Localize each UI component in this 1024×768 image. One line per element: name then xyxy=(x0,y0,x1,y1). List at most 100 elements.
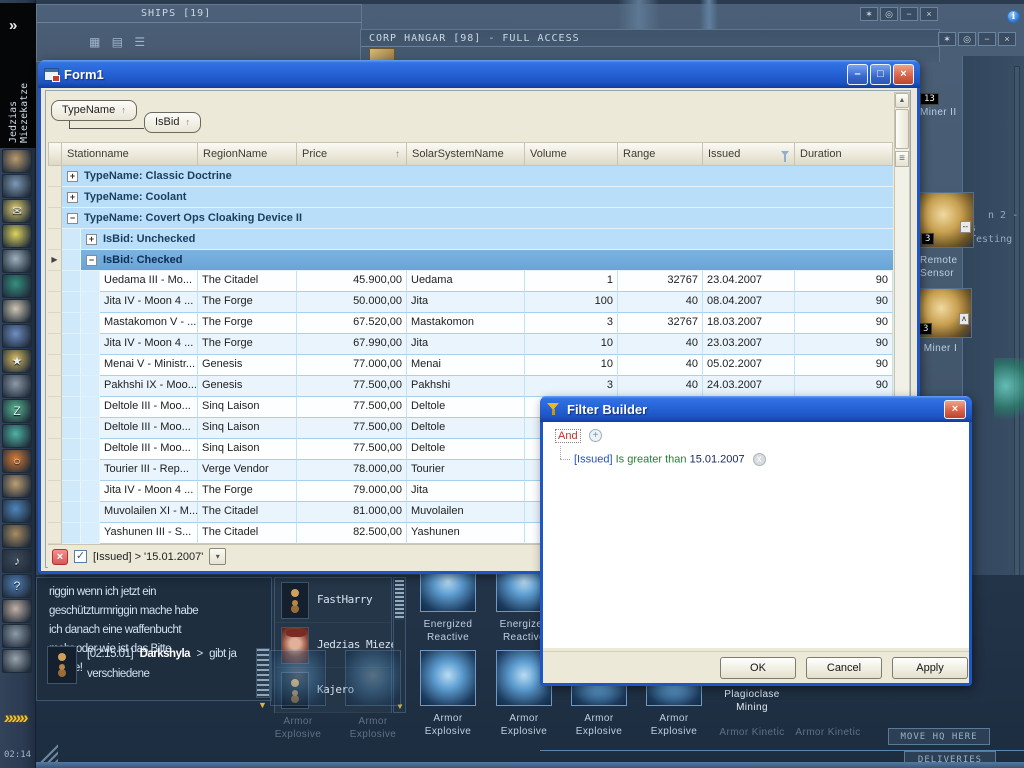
grid-cell[interactable]: 67.990,00 xyxy=(297,334,407,355)
group-row[interactable]: − TypeName: Covert Ops Cloaking Device II xyxy=(48,208,893,229)
help-icon[interactable]: ○ xyxy=(2,449,32,473)
grid-cell[interactable]: 90 xyxy=(795,271,893,292)
jukebox-icon[interactable]: ♪ xyxy=(2,549,32,573)
grid-cell[interactable]: 78.000,00 xyxy=(297,460,407,481)
close-button[interactable]: × xyxy=(944,399,966,419)
grid-cell[interactable]: 90 xyxy=(795,292,893,313)
tutorial-icon[interactable]: ? xyxy=(2,574,32,598)
neocom-arrows-icon[interactable]: »»» xyxy=(4,708,28,728)
scroll-thumb[interactable] xyxy=(895,109,909,149)
grid-cell[interactable]: 45.900,00 xyxy=(297,271,407,292)
corp-hangar-title[interactable]: CORP HANGAR [98] - FULL ACCESS xyxy=(361,30,939,47)
pin-icon[interactable]: ✶ xyxy=(860,7,878,21)
market-icon[interactable] xyxy=(2,249,32,273)
condition-field[interactable]: [Issued] xyxy=(574,453,613,465)
minimize-icon[interactable]: − xyxy=(978,32,996,46)
item-slot[interactable] xyxy=(270,650,326,706)
grid-cell[interactable]: Jita xyxy=(407,334,525,355)
group-row[interactable]: + IsBid: Unchecked xyxy=(48,229,893,250)
notepad-icon[interactable] xyxy=(2,224,32,248)
table-row[interactable]: Mastakomon V - ... The Forge 67.520,00 Mast… xyxy=(48,313,893,334)
grid-cell[interactable]: Uedama III - Mo... xyxy=(100,271,198,292)
group-bar[interactable]: − TypeName: Covert Ops Cloaking Device II xyxy=(62,208,893,229)
grid-cell[interactable]: Menai xyxy=(407,355,525,376)
right-scrollbar[interactable] xyxy=(1014,66,1020,586)
column-header[interactable]: SolarSystemName xyxy=(407,142,525,166)
expand-icon[interactable]: + xyxy=(67,170,78,182)
grid-cell[interactable]: Deltole xyxy=(407,418,525,439)
table-row[interactable]: Menai V - Ministr... Genesis 77.000,00 Mena… xyxy=(48,355,893,376)
grid-cell[interactable]: 79.000,00 xyxy=(297,481,407,502)
calculator-icon[interactable] xyxy=(2,424,32,448)
minimize-button[interactable]: – xyxy=(847,63,868,85)
group-bar[interactable]: − IsBid: Checked xyxy=(81,250,893,271)
contracts-icon[interactable] xyxy=(2,299,32,323)
mail-icon[interactable]: ✉ xyxy=(2,199,32,223)
item-slot[interactable] xyxy=(420,650,476,706)
grid-cell[interactable]: Deltole III - Moo... xyxy=(100,439,198,460)
expand-icon[interactable]: + xyxy=(86,233,97,245)
grid-cell[interactable]: Jita xyxy=(407,481,525,502)
grid-cell[interactable]: Menai V - Ministr... xyxy=(100,355,198,376)
grid-cell[interactable]: The Forge xyxy=(198,334,297,355)
grid-cell[interactable]: Jita xyxy=(407,292,525,313)
grid-cell[interactable]: Verge Vendor xyxy=(198,460,297,481)
remove-condition-icon[interactable]: x xyxy=(752,453,766,466)
grid-cell[interactable]: Mastakomon V - ... xyxy=(100,313,198,334)
group-button-isbid[interactable]: IsBid ↑ xyxy=(144,112,201,133)
grid-cell[interactable]: 10 xyxy=(525,355,618,376)
grid-cell[interactable]: Deltole xyxy=(407,439,525,460)
grid-cell[interactable]: Muvolailen XI - M... xyxy=(100,502,198,523)
filter-enabled-checkbox[interactable]: ✓ xyxy=(74,550,87,563)
restore-icon[interactable]: ◎ xyxy=(880,7,898,21)
apply-button[interactable]: Apply xyxy=(892,657,968,679)
grid-cell[interactable]: Tourier xyxy=(407,460,525,481)
remote-sensor-item[interactable]: -- 3 xyxy=(918,192,974,248)
condition-value[interactable]: 15.01.2007 xyxy=(690,453,745,465)
root-operator[interactable]: And xyxy=(555,429,581,443)
grid-cell[interactable]: Mastakomon xyxy=(407,313,525,334)
grid-cell[interactable]: Pakhshi IX - Moo... xyxy=(100,376,198,397)
close-icon[interactable]: × xyxy=(998,32,1016,46)
grid-cell[interactable]: 100 xyxy=(525,292,618,313)
pin-icon[interactable]: ✶ xyxy=(938,32,956,46)
neocom-expander-icon[interactable]: » xyxy=(9,17,17,34)
grid-cell[interactable]: Muvolailen xyxy=(407,502,525,523)
grid-cell[interactable]: Yashunen xyxy=(407,523,525,544)
filter-dropdown-button[interactable]: ▾ xyxy=(209,548,227,565)
wallet-icon[interactable] xyxy=(2,274,32,298)
grid-cell[interactable]: Sinq Laison xyxy=(198,439,297,460)
standings-icon[interactable]: ★ xyxy=(2,349,32,373)
grid-cell[interactable]: 24.03.2007 xyxy=(703,376,795,397)
scroll-up-icon[interactable]: ▲ xyxy=(895,93,909,108)
grid-cell[interactable]: 67.520,00 xyxy=(297,313,407,334)
grid-cell[interactable]: Deltole III - Moo... xyxy=(100,418,198,439)
info-icon[interactable]: i xyxy=(1007,10,1020,23)
corp-logo-icon[interactable]: Z xyxy=(2,399,32,423)
grid-cell[interactable]: 50.000,00 xyxy=(297,292,407,313)
grid-cell[interactable]: 81.000,00 xyxy=(297,502,407,523)
channels-icon[interactable] xyxy=(2,474,32,498)
grid-cell[interactable]: 40 xyxy=(618,334,703,355)
add-condition-icon[interactable]: + xyxy=(589,429,602,442)
char-sheet-icon[interactable] xyxy=(2,149,32,173)
grid-cell[interactable]: 40 xyxy=(618,376,703,397)
grid-cell[interactable]: Tourier III - Rep... xyxy=(100,460,198,481)
close-button[interactable]: × xyxy=(893,63,914,85)
ok-button[interactable]: OK xyxy=(720,657,796,679)
table-row[interactable]: Uedama III - Mo... The Citadel 45.900,00 Ue… xyxy=(48,271,893,292)
grid-cell[interactable]: 90 xyxy=(795,355,893,376)
dialog-titlebar[interactable]: Filter Builder × xyxy=(540,396,972,422)
grid-cell[interactable]: The Forge xyxy=(198,292,297,313)
grid-cell[interactable]: 32767 xyxy=(618,313,703,334)
column-header[interactable]: RegionName xyxy=(198,142,297,166)
grid-cell[interactable]: 23.04.2007 xyxy=(703,271,795,292)
form1-titlebar[interactable]: Form1 – □ × xyxy=(38,60,920,88)
grid-cell[interactable]: 10 xyxy=(525,334,618,355)
group-row[interactable]: + TypeName: Coolant xyxy=(48,187,893,208)
grid-cell[interactable]: 32767 xyxy=(618,271,703,292)
grid-cell[interactable]: Genesis xyxy=(198,355,297,376)
group-row[interactable]: + TypeName: Classic Doctrine xyxy=(48,166,893,187)
grid-cell[interactable]: 23.03.2007 xyxy=(703,334,795,355)
grid-cell[interactable]: Yashunen III - S... xyxy=(100,523,198,544)
